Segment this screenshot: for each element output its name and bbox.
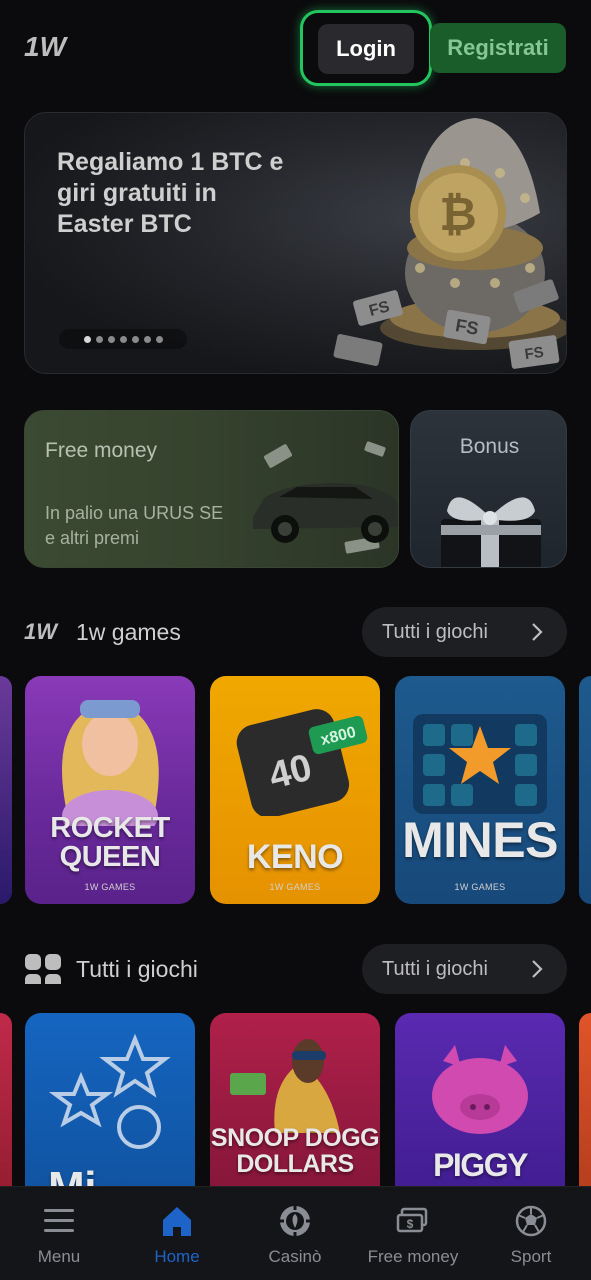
screen: 1W Login Registrati Regaliamo 1 BTC e gi… bbox=[0, 0, 591, 1280]
login-button[interactable]: Login bbox=[318, 24, 414, 74]
nav-item-free-money[interactable]: $ Free money bbox=[354, 1187, 472, 1280]
logo-1w[interactable]: 1W bbox=[24, 30, 80, 64]
see-all-games-button[interactable]: Tutti i giochi bbox=[362, 944, 567, 994]
hero-fs-badge-3: FS bbox=[524, 344, 545, 364]
pagination-dot[interactable] bbox=[143, 335, 151, 343]
promo-free-money-card[interactable]: Free money In palio una URUS SE e altri … bbox=[24, 410, 399, 568]
see-all-label: Tutti i giochi bbox=[382, 620, 488, 643]
section-all-games-title: Tutti i giochi bbox=[76, 956, 198, 982]
nav-label: Casinò bbox=[268, 1247, 322, 1266]
nav-label: Menu bbox=[37, 1247, 81, 1266]
bottom-nav: Menu Home Casinò $ Free money Sport bbox=[0, 1186, 591, 1280]
nav-item-home[interactable]: Home bbox=[118, 1187, 236, 1280]
svg-text:₿: ₿ bbox=[439, 188, 477, 240]
gift-box-image bbox=[441, 497, 541, 567]
game-brand: 1W GAMES bbox=[269, 882, 321, 892]
snoop-dogg-art bbox=[230, 1039, 340, 1133]
nav-label: Sport bbox=[510, 1247, 552, 1266]
svg-text:1W: 1W bbox=[24, 31, 69, 62]
section-all-games-header: Tutti i giochi Tutti i giochi bbox=[24, 944, 567, 994]
rocket-queen-art bbox=[62, 700, 159, 826]
register-button[interactable]: Registrati bbox=[430, 23, 566, 73]
see-all-label: Tutti i giochi bbox=[382, 957, 488, 980]
game-name: MINES bbox=[402, 812, 558, 868]
casino-chip-icon bbox=[279, 1205, 311, 1237]
pagination-dot[interactable] bbox=[119, 335, 127, 343]
chevron-right-icon bbox=[532, 960, 543, 978]
promo-free-money-subtitle: In palio una URUS SE e altri premi bbox=[45, 503, 224, 548]
game-brand: 1W GAMES bbox=[84, 882, 136, 892]
nav-label: Free money bbox=[367, 1247, 459, 1266]
hero-fs-badge-2: FS bbox=[454, 315, 480, 339]
nav-item-sport[interactable]: Sport bbox=[472, 1187, 590, 1280]
hero-pagination[interactable] bbox=[59, 329, 187, 349]
pagination-dot[interactable] bbox=[95, 335, 103, 343]
bitcoin-egg-image: ₿ FS FS FS bbox=[333, 118, 566, 369]
game-name: KENO bbox=[246, 838, 344, 876]
car-image bbox=[253, 441, 398, 554]
section-1w-games-header: 1W 1w games Tutti i giochi bbox=[24, 607, 567, 657]
pagination-dot[interactable] bbox=[107, 335, 115, 343]
1w-games-logo-icon: 1W bbox=[24, 619, 59, 644]
nav-item-casino[interactable]: Casinò bbox=[236, 1187, 354, 1280]
tile-edge-right bbox=[579, 676, 591, 904]
soccer-ball-icon bbox=[515, 1205, 547, 1237]
pagination-dot[interactable] bbox=[155, 335, 163, 343]
money-icon: $ bbox=[396, 1207, 428, 1233]
game-tile-rocket-queen[interactable]: ROCKET QUEEN 1W GAMES bbox=[25, 676, 195, 904]
section-1w-games-title: 1w games bbox=[76, 619, 181, 645]
pagination-dot[interactable] bbox=[83, 335, 91, 343]
promo-bonus-title: Bonus bbox=[459, 435, 520, 458]
svg-text:$: $ bbox=[407, 1217, 414, 1231]
promo-bonus-card[interactable]: Bonus bbox=[410, 410, 567, 568]
keno-dice-art: x800 40 bbox=[236, 709, 368, 816]
hero-banner[interactable]: Regaliamo 1 BTC e giri gratuiti in Easte… bbox=[24, 112, 567, 374]
tile-edge-left bbox=[0, 676, 12, 904]
menu-icon bbox=[44, 1209, 74, 1232]
pagination-dot[interactable] bbox=[131, 335, 139, 343]
nav-item-menu[interactable]: Menu bbox=[0, 1187, 118, 1280]
piggy-bank-art bbox=[432, 1045, 528, 1134]
game-brand: 1W GAMES bbox=[454, 882, 506, 892]
header: 1W Login Registrati bbox=[0, 0, 591, 96]
game-tile-keno[interactable]: x800 40 KENO 1W GAMES bbox=[210, 676, 380, 904]
nav-label: Home bbox=[154, 1247, 200, 1266]
game-name: ROCKET QUEEN bbox=[50, 812, 170, 873]
see-all-1w-games-button[interactable]: Tutti i giochi bbox=[362, 607, 567, 657]
hero-title: Regaliamo 1 BTC e giri gratuiti in Easte… bbox=[57, 148, 284, 238]
login-highlight: Login bbox=[300, 10, 432, 86]
mines-grid-art bbox=[413, 714, 547, 814]
promo-free-money-title: Free money bbox=[45, 439, 158, 462]
game-name: SNOOP DOGG DOLLARS bbox=[210, 1124, 380, 1178]
chevron-right-icon bbox=[532, 623, 543, 641]
svg-text:1W: 1W bbox=[24, 619, 59, 644]
grid-icon bbox=[25, 954, 61, 984]
stars-art bbox=[48, 1033, 171, 1149]
home-icon bbox=[163, 1207, 191, 1236]
game-tile-mines[interactable]: MINES 1W GAMES bbox=[395, 676, 565, 904]
